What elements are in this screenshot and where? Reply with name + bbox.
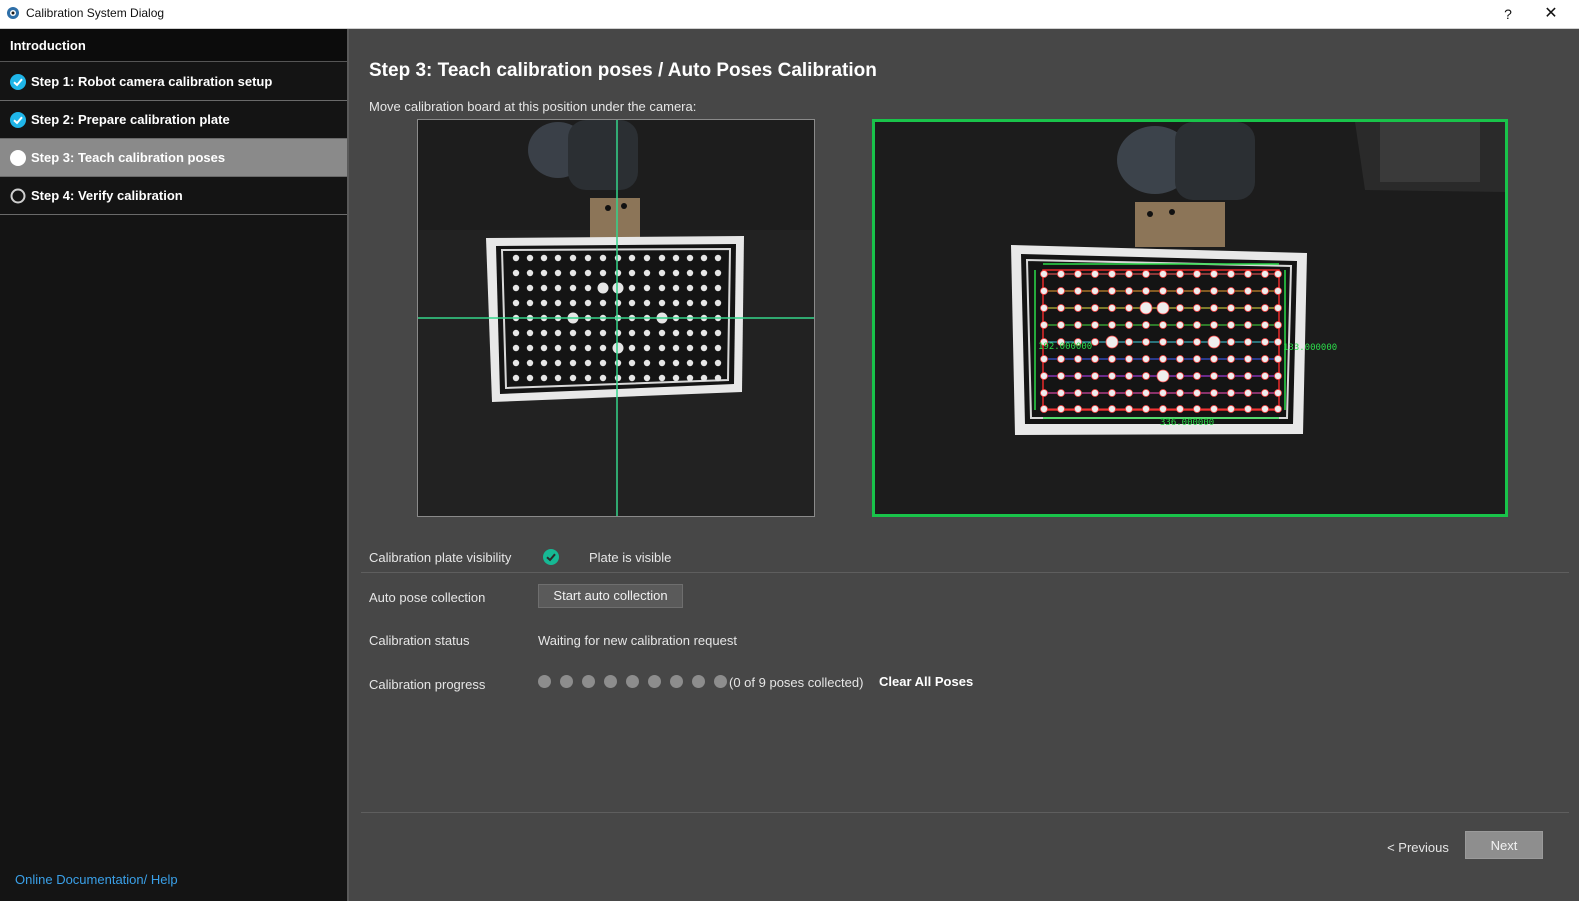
row-divider: [361, 572, 1569, 573]
calibration-dialog: Calibration System Dialog ? ✕ Introducti…: [0, 0, 1579, 901]
sidebar-item-step-4[interactable]: Step 4: Verify calibration: [0, 177, 347, 215]
overlay-label-bottom: 336.000000: [1160, 418, 1214, 428]
overlay-label-right: 133.000000: [1283, 343, 1337, 353]
empty-circle-icon: [10, 188, 26, 204]
auto-pose-label: Auto pose collection: [369, 590, 486, 605]
sidebar-step-label: Step 4: Verify calibration: [31, 188, 183, 203]
sidebar-item-step-3[interactable]: Step 3: Teach calibration poses: [0, 139, 347, 177]
reference-camera-image: [417, 119, 815, 517]
calibration-progress-label: Calibration progress: [369, 677, 486, 692]
help-button[interactable]: ?: [1498, 3, 1518, 25]
next-button[interactable]: Next: [1465, 831, 1543, 859]
reference-camera-view: [418, 120, 814, 516]
live-camera-view: 192.000000 133.000000 336.000000: [875, 122, 1505, 514]
title-bar: Calibration System Dialog ? ✕: [0, 0, 1579, 29]
previous-button[interactable]: < Previous: [1381, 835, 1455, 861]
sidebar: Introduction Step 1: Robot camera calibr…: [0, 29, 349, 901]
live-camera-image: 192.000000 133.000000 336.000000: [872, 119, 1508, 517]
sidebar-step-label: Step 3: Teach calibration poses: [31, 150, 226, 165]
sidebar-item-introduction[interactable]: Introduction: [0, 29, 347, 62]
progress-dot: [648, 675, 661, 688]
sidebar-item-step-1[interactable]: Step 1: Robot camera calibration setup: [0, 63, 347, 101]
app-eye-icon: [7, 7, 19, 19]
main-panel: Step 3: Teach calibration poses / Auto P…: [351, 29, 1579, 901]
progress-dot: [670, 675, 683, 688]
progress-dot: [626, 675, 639, 688]
overlay-label-left: 192.000000: [1038, 342, 1092, 352]
visible-check-icon: [543, 549, 559, 565]
online-documentation-link[interactable]: Online Documentation/ Help: [15, 872, 178, 887]
progress-dot: [560, 675, 573, 688]
progress-dot: [692, 675, 705, 688]
poses-collected-text: (0 of 9 poses collected): [729, 675, 864, 690]
sidebar-step-label: Step 1: Robot camera calibration setup: [31, 74, 273, 89]
sidebar-item-step-2[interactable]: Step 2: Prepare calibration plate: [0, 101, 347, 139]
page-title: Step 3: Teach calibration poses / Auto P…: [369, 60, 877, 81]
calibration-status-value: Waiting for new calibration request: [538, 633, 737, 648]
progress-dot: [714, 675, 727, 688]
visibility-label: Calibration plate visibility: [369, 550, 512, 565]
check-circle-icon: [10, 74, 26, 90]
progress-dot: [538, 675, 551, 688]
filled-circle-icon: [10, 150, 26, 166]
window-title: Calibration System Dialog: [26, 6, 165, 20]
visibility-value: Plate is visible: [589, 550, 672, 565]
progress-dot: [604, 675, 617, 688]
check-circle-icon: [10, 112, 26, 128]
instruction-text: Move calibration board at this position …: [369, 99, 697, 114]
calibration-status-label: Calibration status: [369, 633, 470, 648]
sidebar-step-label: Step 2: Prepare calibration plate: [31, 112, 230, 127]
close-button[interactable]: ✕: [1538, 3, 1564, 25]
start-auto-collection-button[interactable]: Start auto collection: [538, 584, 683, 608]
progress-dot: [582, 675, 595, 688]
footer-divider: [361, 812, 1569, 813]
clear-all-poses-button[interactable]: Clear All Poses: [879, 674, 973, 689]
